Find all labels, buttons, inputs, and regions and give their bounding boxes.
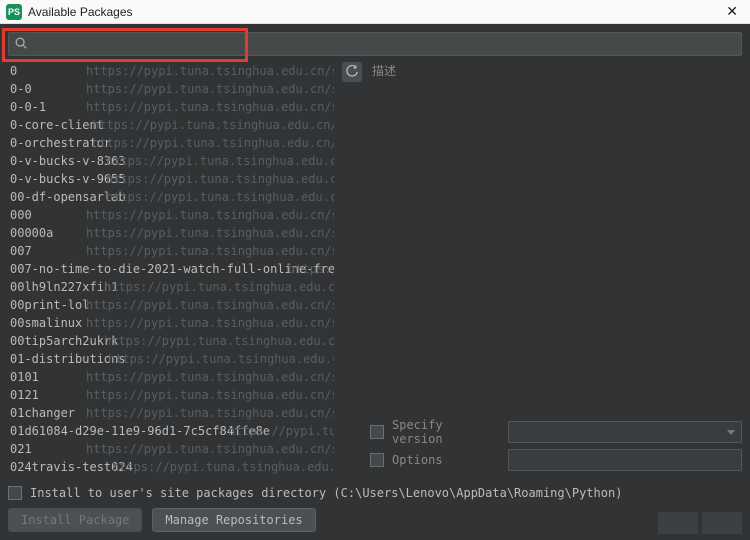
package-name: 021 [10,442,32,456]
package-row[interactable]: 0-0 https://pypi.tuna.tsinghua.edu.cn/sim… [8,80,334,98]
package-name: 0 [10,64,17,78]
package-name: 00smalinux [10,316,82,330]
options-checkbox[interactable] [370,453,384,467]
search-icon [14,36,28,50]
package-list-panel: 0 https://pypi.tuna.tsinghua.edu.cn/simpl… [8,62,334,478]
search-row [0,24,750,62]
package-repo: https://pypi.tuna.tsinghua.edu.cn/simple… [288,260,334,278]
install-user-site-label: Install to user's site packages director… [30,486,622,500]
description-header: 描述 [370,62,742,80]
package-repo: https://pypi.tuna.tsinghua.edu.cn/simple… [86,296,334,314]
package-row[interactable]: 00000a https://pypi.tuna.tsinghua.edu.cn/… [8,224,334,242]
package-row[interactable]: 0-v-bucks-v-9655https://pypi.tuna.tsingh… [8,170,334,188]
specify-version-checkbox[interactable] [370,425,384,439]
titlebar: PS Available Packages ✕ [0,0,750,24]
package-row[interactable]: 007 https://pypi.tuna.tsinghua.edu.cn/sim… [8,242,334,260]
package-repo: https://pypi.tuna.tsinghua.edu.cn/simple… [106,152,334,170]
description-body [370,80,742,412]
package-row[interactable]: 024travis-test024https://pypi.tuna.tsing… [8,458,334,476]
refresh-icon [345,65,359,79]
reload-column [342,62,362,478]
package-name: 00lh9ln227xfih1 [10,280,118,294]
package-repo: https://pypi.tuna.tsinghua.edu.cn/simple… [112,458,334,476]
window-body: 0 https://pypi.tuna.tsinghua.edu.cn/simpl… [0,24,750,540]
package-repo: https://pypi.tuna.tsinghua.edu.cn/simple… [92,134,334,152]
package-repo: https://pypi.tuna.tsinghua.edu.cn/simple… [86,224,334,242]
specify-version-combo[interactable] [508,421,742,443]
version-options-panel: Specify version Options [370,412,742,478]
specify-version-label: Specify version [392,418,500,446]
package-row[interactable]: 00lh9ln227xfih1https://pypi.tuna.tsinghu… [8,278,334,296]
package-list[interactable]: 0 https://pypi.tuna.tsinghua.edu.cn/simpl… [8,62,334,478]
package-row[interactable]: 0-core-clienthttps://pypi.tuna.tsinghua.… [8,116,334,134]
package-repo: https://pypi.tuna.tsinghua.edu.cn/simple… [86,440,334,458]
package-row[interactable]: 00print-lolhttps://pypi.tuna.tsinghua.ed… [8,296,334,314]
package-repo: https://pypi.tuna.tsinghua.edu.cn/simple… [104,332,334,350]
package-row[interactable]: 00-df-opensarlabhttps://pypi.tuna.tsingh… [8,188,334,206]
app-icon: PS [6,4,22,20]
package-repo: https://pypi.tuna.tsinghua.edu.cn/simple… [86,62,334,80]
package-repo: https://pypi.tuna.tsinghua.edu.cn/simple… [86,98,334,116]
package-repo: https://pypi.tuna.tsinghua.edu.cn/simple… [92,116,334,134]
package-name: 0-0 [10,82,32,96]
options-label: Options [392,453,500,467]
package-repo: https://pypi.tuna.tsinghua.edu.cn/simple… [86,386,334,404]
package-repo: https://pypi.tuna.tsinghua.edu.cn/simple… [86,314,334,332]
package-name: 000 [10,208,32,222]
package-row[interactable]: 0121 https://pypi.tuna.tsinghua.edu.cn/si… [8,386,334,404]
package-row[interactable]: 0 https://pypi.tuna.tsinghua.edu.cn/simpl… [8,62,334,80]
package-row[interactable]: 00tip5arch2ukrkhttps://pypi.tuna.tsinghu… [8,332,334,350]
main-split: 0 https://pypi.tuna.tsinghua.edu.cn/simpl… [0,62,750,478]
install-package-button[interactable]: Install Package [8,508,142,532]
package-repo: https://pypi.tuna.tsinghua.edu.cn/simple… [86,404,334,422]
package-name: 0121 [10,388,39,402]
footer: Install to user's site packages director… [0,478,750,540]
install-user-site-checkbox[interactable] [8,486,22,500]
options-input[interactable] [508,449,742,471]
package-row[interactable]: 0101 https://pypi.tuna.tsinghua.edu.cn/si… [8,368,334,386]
package-row[interactable]: 01-distributionshttps://pypi.tuna.tsingh… [8,350,334,368]
package-repo: https://pypi.tuna.tsinghua.edu.cn/simple… [106,188,334,206]
package-row[interactable]: 000 https://pypi.tuna.tsinghua.edu.cn/sim… [8,206,334,224]
package-repo: https://pypi.tuna.tsinghua.edu.cn/simple… [86,80,334,98]
window-title: Available Packages [28,5,720,19]
package-repo: https://pypi.tuna.tsinghua.edu.cn/simple… [108,350,334,368]
package-name: 00tip5arch2ukrk [10,334,118,348]
reload-button[interactable] [342,62,362,82]
package-row[interactable]: 00smalinux https://pypi.tuna.tsinghua.edu… [8,314,334,332]
package-row[interactable]: 021 https://pypi.tuna.tsinghua.edu.cn/sim… [8,440,334,458]
close-icon[interactable]: ✕ [720,3,744,20]
package-repo: https://pypi.tuna.tsinghua.edu.cn/simple… [86,242,334,260]
package-row[interactable]: 01changer https://pypi.tuna.tsinghua.edu.… [8,404,334,422]
package-name: 0-0-1 [10,100,46,114]
package-name: 007 [10,244,32,258]
package-repo: https://pypi.tuna.tsinghua.edu.cn/simple… [86,368,334,386]
package-row[interactable]: 0-v-bucks-v-8363https://pypi.tuna.tsingh… [8,152,334,170]
package-name: 007-no-time-to-die-2021-watch-full-onlin… [10,262,334,276]
search-input[interactable] [8,32,742,56]
manage-repositories-button[interactable]: Manage Repositories [152,508,315,532]
package-name: 00print-lol [10,298,89,312]
package-repo: https://pypi.tuna.tsinghua.edu.cn/simple… [104,278,334,296]
package-row[interactable]: 0-orchestratorhttps://pypi.tuna.tsinghua… [8,134,334,152]
package-row[interactable]: 0-0-1 https://pypi.tuna.tsinghua.edu.cn/s… [8,98,334,116]
package-repo: https://pypi.tuna.tsinghua.edu.cn/simple… [106,170,334,188]
resize-grip [658,512,742,534]
package-name: 01changer [10,406,75,420]
package-name: 00000a [10,226,53,240]
package-repo: https://pypi.tuna.tsinghua.edu.cn/simple… [228,422,334,440]
package-row[interactable]: 01d61084-d29e-11e9-96d1-7c5cf84ffe8ehttp… [8,422,334,440]
package-name: 0-core-client [10,118,104,132]
description-panel: 描述 Specify version Options [370,62,742,478]
package-row[interactable]: 007-no-time-to-die-2021-watch-full-onlin… [8,260,334,278]
package-name: 0101 [10,370,39,384]
package-repo: https://pypi.tuna.tsinghua.edu.cn/simple… [86,206,334,224]
